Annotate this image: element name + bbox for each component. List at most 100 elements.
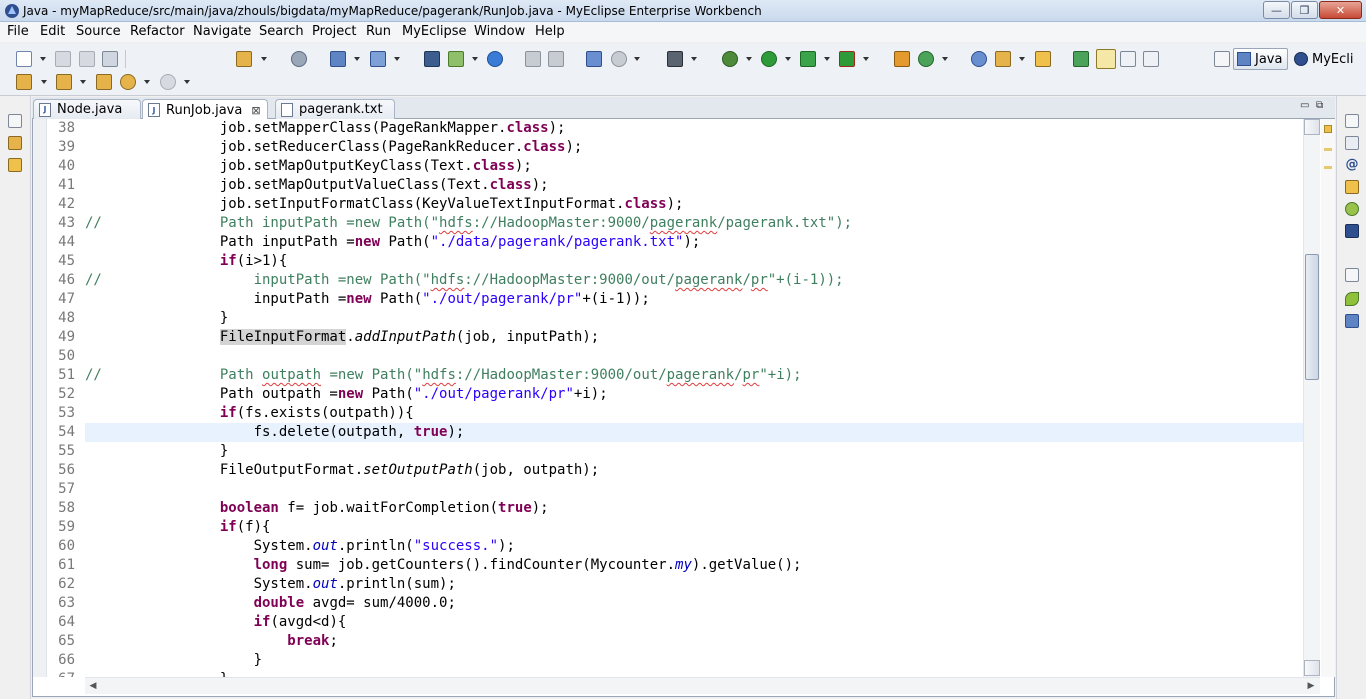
restore-outline-icon[interactable] (1345, 268, 1359, 282)
code-text[interactable]: // Path outpath =new Path("hdfs://Hadoop… (85, 366, 802, 385)
code-line[interactable]: 67 } (33, 670, 1303, 677)
camera-icon[interactable] (667, 51, 683, 67)
code-line[interactable]: 58 boolean f= job.waitForCompletion(true… (33, 499, 1303, 518)
next-annotation-dropdown-arrow[interactable] (41, 80, 47, 84)
console-icon[interactable] (1345, 224, 1359, 238)
open-type-icon[interactable] (236, 51, 252, 67)
terminal-icon[interactable] (291, 51, 307, 67)
web-services-icon[interactable] (586, 51, 602, 67)
server-dropdown-arrow[interactable] (394, 57, 400, 61)
code-line[interactable]: 46 // inputPath =new Path("hdfs://HadoopM… (33, 271, 1303, 290)
code-line[interactable]: 61 long sum= job.getCounters().findCount… (33, 556, 1303, 575)
vertical-scrollbar[interactable] (1303, 119, 1320, 677)
menu-myeclipse[interactable]: MyEclipse (402, 24, 467, 39)
code-line[interactable]: 57 (33, 480, 1303, 499)
code-text[interactable]: FileOutputFormat.setOutputPath(job, outp… (85, 461, 599, 480)
close-button[interactable]: ✕ (1319, 1, 1362, 19)
back-history-icon[interactable] (525, 51, 541, 67)
close-tab-icon[interactable]: ⊠ (251, 104, 260, 117)
occurrence-marker[interactable] (1324, 166, 1332, 169)
minimize-button[interactable]: — (1263, 1, 1290, 19)
profile-icon[interactable] (839, 51, 855, 67)
code-text[interactable]: job.setMapOutputValueClass(Text.class); (85, 176, 549, 195)
next-annotation-icon[interactable] (16, 74, 32, 90)
new-package-icon[interactable] (918, 51, 934, 67)
code-text[interactable]: double avgd= sum/4000.0; (85, 594, 456, 613)
restore-view-icon[interactable] (8, 114, 22, 128)
toggle-breadcrumb-icon[interactable] (1073, 51, 1089, 67)
mark-occurrences-icon[interactable] (1096, 49, 1116, 69)
minimize-editor-icon[interactable]: ▭ (1300, 100, 1309, 111)
code-line[interactable]: 66 } (33, 651, 1303, 670)
perspective-myeclipse[interactable]: MyEcli (1292, 48, 1366, 70)
maximize-editor-icon[interactable]: ⧉ (1316, 100, 1323, 111)
magnifier-dropdown-arrow[interactable] (634, 57, 640, 61)
database-icon[interactable] (424, 51, 440, 67)
perspective-java[interactable]: Java (1233, 48, 1288, 70)
tab-runjob-java[interactable]: J RunJob.java ⊠ (142, 99, 268, 120)
pencil-dropdown-arrow[interactable] (1019, 57, 1025, 61)
code-text[interactable]: job.setMapOutputKeyClass(Text.class); (85, 157, 532, 176)
menu-navigate[interactable]: Navigate (193, 24, 251, 39)
scroll-up-button[interactable] (1304, 119, 1320, 135)
code-line[interactable]: 40 job.setMapOutputKeyClass(Text.class); (33, 157, 1303, 176)
previous-annotation-dropdown-arrow[interactable] (80, 80, 86, 84)
open-type-dropdown-arrow[interactable] (261, 57, 267, 61)
javadoc-icon[interactable]: @ (1345, 158, 1359, 172)
debug-icon[interactable] (722, 51, 738, 67)
code-line[interactable]: 45 if(i>1){ (33, 252, 1303, 271)
previous-annotation-icon[interactable] (56, 74, 72, 90)
new-package-dropdown-arrow[interactable] (942, 57, 948, 61)
save-icon[interactable] (55, 51, 71, 67)
code-text[interactable]: } (85, 651, 262, 670)
save-all-icon[interactable] (79, 51, 95, 67)
code-text[interactable]: break; (85, 632, 338, 651)
code-line[interactable]: 49 FileInputFormat.addInputPath(job, inp… (33, 328, 1303, 347)
server-icon[interactable] (370, 51, 386, 67)
globe-icon[interactable] (487, 51, 503, 67)
hierarchy-icon[interactable] (1345, 314, 1359, 328)
last-edit-icon[interactable] (96, 74, 112, 90)
package-explorer-icon[interactable] (8, 136, 22, 150)
code-text[interactable]: } (85, 670, 228, 677)
maximize-button[interactable]: ❐ (1291, 1, 1318, 19)
new-dropdown-arrow[interactable] (40, 57, 46, 61)
code-line[interactable]: 59 if(f){ (33, 518, 1303, 537)
scroll-down-button[interactable] (1304, 660, 1320, 676)
run-external-icon[interactable] (800, 51, 816, 67)
code-line[interactable]: 43 // Path inputPath =new Path("hdfs://Ha… (33, 214, 1303, 233)
code-line[interactable]: 63 double avgd= sum/4000.0; (33, 594, 1303, 613)
code-text[interactable]: FileInputFormat.addInputPath(job, inputP… (85, 328, 599, 347)
back-dropdown-arrow[interactable] (144, 80, 150, 84)
code-line[interactable]: 44 Path inputPath =new Path("./data/page… (33, 233, 1303, 252)
scroll-thumb[interactable] (1305, 254, 1319, 380)
code-line[interactable]: 65 break; (33, 632, 1303, 651)
profile-dropdown-arrow[interactable] (863, 57, 869, 61)
code-text[interactable]: inputPath =new Path("./out/pagerank/pr"+… (85, 290, 650, 309)
menu-window[interactable]: Window (474, 24, 525, 39)
code-line[interactable]: 39 job.setReducerClass(PageRankReducer.c… (33, 138, 1303, 157)
run-external-dropdown-arrow[interactable] (824, 57, 830, 61)
code-text[interactable]: // Path inputPath =new Path("hdfs://Hado… (85, 214, 852, 233)
code-area[interactable]: 38 job.setMapperClass(PageRankMapper.cla… (33, 119, 1303, 677)
code-text[interactable]: job.setMapperClass(PageRankMapper.class)… (85, 119, 566, 138)
show-whitespace-icon[interactable] (1143, 51, 1159, 67)
open-folder-icon[interactable] (1035, 51, 1051, 67)
code-text[interactable]: Path outpath =new Path("./out/pagerank/p… (85, 385, 608, 404)
menu-project[interactable]: Project (312, 24, 356, 39)
code-text[interactable]: if(f){ (85, 518, 271, 537)
code-line[interactable]: 54 fs.delete(outpath, true); (58, 423, 1303, 442)
code-text[interactable]: long sum= job.getCounters().findCounter(… (85, 556, 802, 575)
code-text[interactable]: job.setInputFormatClass(KeyValueTextInpu… (85, 195, 684, 214)
servers-icon[interactable] (1345, 202, 1359, 216)
run-icon[interactable] (761, 51, 777, 67)
code-line[interactable]: 51 // Path outpath =new Path("hdfs://Hado… (33, 366, 1303, 385)
code-text[interactable]: // inputPath =new Path("hdfs://HadoopMas… (85, 271, 844, 290)
code-text[interactable]: } (85, 442, 228, 461)
code-line[interactable]: 41 job.setMapOutputValueClass(Text.class… (33, 176, 1303, 195)
menu-source[interactable]: Source (76, 24, 121, 39)
new-icon[interactable] (16, 51, 32, 67)
code-text[interactable]: System.out.println(sum); (85, 575, 456, 594)
menu-edit[interactable]: Edit (40, 24, 65, 39)
forward-history-icon[interactable] (548, 51, 564, 67)
